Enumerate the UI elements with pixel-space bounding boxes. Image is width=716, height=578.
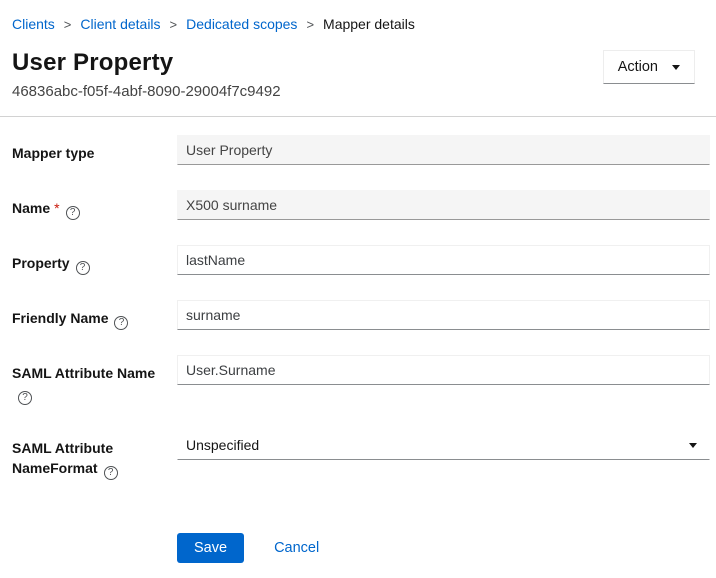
property-field [177,245,710,275]
saml-attribute-name-label-text: SAML Attribute Name [12,365,155,381]
breadcrumb-item-client-details[interactable]: Client details [80,15,160,34]
form-rows: Mapper typeName*?Property?Friendly Name?… [12,135,710,505]
saml-attribute-nameformat-select[interactable]: Unspecified [177,430,710,460]
breadcrumb-item-dedicated-scopes[interactable]: Dedicated scopes [186,15,297,34]
question-circle-icon[interactable]: ? [114,316,128,330]
property-input[interactable] [177,245,710,275]
property-label: Property? [12,245,177,275]
saml-attribute-nameformat-selected-value: Unspecified [186,437,259,453]
friendly-name-label-text: Friendly Name [12,310,108,326]
save-button[interactable]: Save [177,533,244,563]
breadcrumb-item-clients[interactable]: Clients [12,15,55,34]
action-dropdown-label: Action [618,59,658,75]
breadcrumb-separator: > [64,15,72,34]
page-header-text: User Property 46836abc-f05f-4abf-8090-29… [12,48,281,101]
cancel-link[interactable]: Cancel [274,540,319,556]
required-indicator: * [54,200,59,216]
saml-attribute-nameformat-label: SAML Attribute NameFormat? [12,430,177,480]
name-field [177,190,710,220]
page-header: User Property 46836abc-f05f-4abf-8090-29… [0,34,716,101]
breadcrumb-separator: > [170,15,178,34]
breadcrumb-separator: > [306,15,314,34]
form-row-name: Name*? [12,190,710,220]
breadcrumb: Clients > Client details > Dedicated scopes >… [0,0,716,34]
friendly-name-input[interactable] [177,300,710,330]
mapper-type-label-text: Mapper type [12,145,94,161]
saml-attribute-nameformat-label-text: SAML Attribute NameFormat [12,440,113,476]
mapper-type-label: Mapper type [12,135,177,163]
caret-down-icon [689,443,697,448]
saml-attribute-name-field [177,355,710,385]
property-label-text: Property [12,255,70,271]
mapper-form: Mapper typeName*?Property?Friendly Name?… [0,117,716,563]
name-input [177,190,710,220]
name-label-text: Name [12,200,50,216]
friendly-name-label: Friendly Name? [12,300,177,330]
mapper-type-input [177,135,710,165]
saml-attribute-name-input[interactable] [177,355,710,385]
breadcrumb-item-mapper-details: Mapper details [323,15,415,34]
page-title: User Property [12,48,281,77]
saml-attribute-name-label: SAML Attribute Name? [12,355,177,405]
name-label: Name*? [12,190,177,220]
form-row-friendly-name: Friendly Name? [12,300,710,330]
friendly-name-field [177,300,710,330]
mapper-type-field [177,135,710,165]
question-circle-icon[interactable]: ? [18,391,32,405]
saml-attribute-nameformat-field: Unspecified [177,430,710,460]
form-row-saml-attribute-name: SAML Attribute Name? [12,355,710,405]
caret-down-icon [672,65,680,70]
form-row-mapper-type: Mapper type [12,135,710,165]
action-dropdown-button[interactable]: Action [603,50,695,84]
question-circle-icon[interactable]: ? [66,206,80,220]
form-actions: Save Cancel [177,533,710,563]
form-row-saml-attribute-nameformat: SAML Attribute NameFormat? Unspecified [12,430,710,480]
question-circle-icon[interactable]: ? [104,466,118,480]
mapper-id: 46836abc-f05f-4abf-8090-29004f7c9492 [12,83,281,101]
form-row-property: Property? [12,245,710,275]
question-circle-icon[interactable]: ? [76,261,90,275]
